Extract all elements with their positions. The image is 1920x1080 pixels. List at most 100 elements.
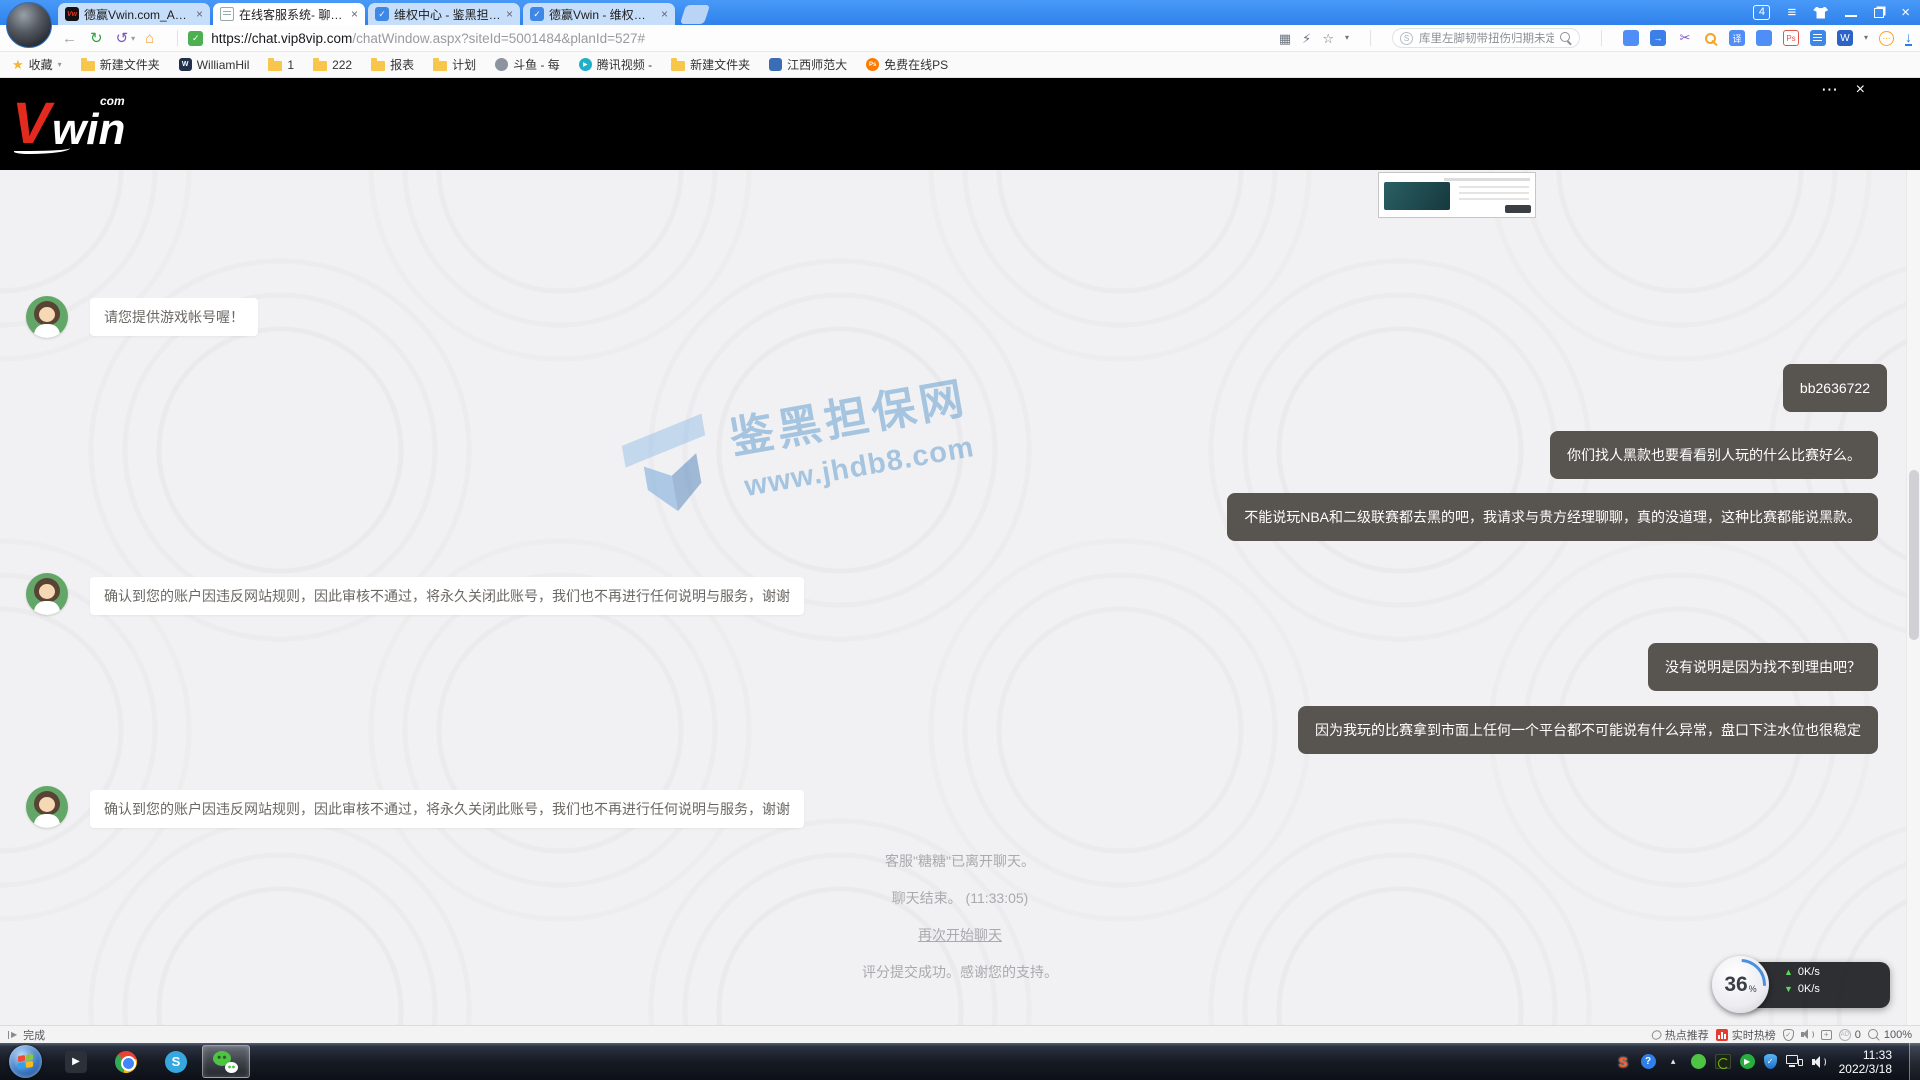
password-key-icon[interactable]: [1704, 31, 1718, 45]
search-icon[interactable]: [1560, 32, 1572, 44]
page-more-icon[interactable]: ⋯: [1821, 80, 1838, 100]
qr-code-icon[interactable]: ▦: [1279, 32, 1291, 45]
bookmark-label: 免费在线PS: [884, 56, 948, 73]
bookmark-folder[interactable]: 1: [268, 58, 294, 72]
extension-puzzle-icon[interactable]: [1623, 30, 1639, 46]
start-button[interactable]: [9, 1045, 42, 1078]
bookmark-folder[interactable]: 新建文件夹: [671, 56, 750, 73]
volume-tray-icon[interactable]: [1812, 1055, 1826, 1068]
theme-skin-icon[interactable]: [1813, 7, 1828, 19]
address-bar[interactable]: https://chat.vip8vip.com/chatWindow.aspx…: [211, 31, 1279, 46]
bookmarks-bar: ★ 收藏 ▾ 新建文件夹 WWilliamHil 1 222 报表 计划 斗鱼 …: [0, 52, 1920, 78]
bookmark-folder[interactable]: 报表: [371, 56, 414, 73]
browser-profile-avatar[interactable]: [6, 2, 52, 48]
translate-icon[interactable]: 译: [1729, 30, 1745, 46]
reading-list-icon[interactable]: [1810, 30, 1826, 46]
tab-chat-window[interactable]: 在线客服系统- 聊天窗口 ×: [213, 3, 365, 25]
network-tray-icon[interactable]: [1786, 1055, 1803, 1069]
agent-avatar: [26, 573, 68, 615]
hot-recommend-button[interactable]: 热点推荐: [1652, 1027, 1709, 1043]
zoom-control[interactable]: 100%: [1868, 1029, 1912, 1041]
taskbar-item-skype[interactable]: S: [152, 1045, 200, 1078]
clock-date: 2022/3/18: [1839, 1062, 1892, 1076]
bookmark-university[interactable]: 江西师范大: [769, 56, 847, 73]
minimize-icon[interactable]: [1845, 15, 1857, 17]
show-desktop-button[interactable]: [1909, 1043, 1920, 1080]
tab-weiquan-center[interactable]: ✓ 维权中心 - 鉴黑担保网 ×: [368, 3, 520, 25]
extension-puzzle-icon[interactable]: [1756, 30, 1772, 46]
bookmark-favorites[interactable]: ★ 收藏 ▾: [12, 56, 62, 73]
bookmark-douyu[interactable]: 斗鱼 - 每: [495, 56, 560, 73]
tab-vwin[interactable]: Vw 德赢Vwin.com_AC米兰 ×: [58, 3, 210, 25]
tab-close-icon[interactable]: ×: [661, 8, 668, 20]
scrollbar-thumb[interactable]: [1909, 470, 1919, 640]
site-safety-shield-icon[interactable]: ✓: [188, 31, 203, 46]
green-app-tray-icon[interactable]: ▶: [1740, 1054, 1755, 1069]
close-window-icon[interactable]: ×: [1901, 5, 1910, 20]
browser-nav-bar: ← ↻ ↺ ▾ ⌂ ✓ https://chat.vip8vip.com/cha…: [0, 25, 1920, 52]
new-tab-button[interactable]: [680, 5, 710, 24]
tab-close-icon[interactable]: ×: [196, 8, 203, 20]
chat-area: 鉴黑担保网 www.jhdb8.com 请您提供游戏帐号喔！ bb2636722…: [0, 170, 1920, 1025]
hot-rank-button[interactable]: 实时热榜: [1716, 1027, 1776, 1043]
ad-block-counter[interactable]: AD 0: [1839, 1029, 1861, 1041]
photoshop-extension-icon[interactable]: Ps: [1783, 30, 1799, 46]
network-speed-widget[interactable]: ▲0K/s ▼0K/s 36 %: [1712, 956, 1892, 1014]
vwin-favicon: Vw: [65, 7, 79, 21]
restore-icon[interactable]: [1874, 8, 1884, 18]
word-extension-icon[interactable]: W: [1837, 30, 1853, 46]
security-shield-tray-icon[interactable]: ✓: [1764, 1054, 1777, 1069]
download-icon[interactable]: ↓: [1905, 30, 1912, 47]
thumb-detail: [1505, 205, 1531, 213]
more-extensions-icon[interactable]: ⋯: [1879, 31, 1894, 46]
speed-ball[interactable]: 36 %: [1712, 956, 1769, 1013]
page-close-icon[interactable]: ×: [1856, 81, 1865, 99]
mute-speaker-icon[interactable]: [1801, 1029, 1814, 1040]
status-left: ▶ 完成: [8, 1027, 45, 1043]
bookmark-folder[interactable]: 新建文件夹: [81, 56, 160, 73]
chevron-down-icon[interactable]: ▾: [1345, 34, 1349, 42]
lightning-speed-icon[interactable]: ⚡: [1302, 32, 1311, 45]
taskbar-item-chrome[interactable]: [102, 1045, 150, 1078]
back-icon[interactable]: ←: [62, 31, 77, 46]
tab-close-icon[interactable]: ×: [351, 8, 358, 20]
undo-history-icon[interactable]: ↺: [116, 31, 129, 46]
taskbar-clock[interactable]: 11:33 2022/3/18: [1835, 1048, 1900, 1076]
search-box[interactable]: S 库里左脚韧带扭伤归期未定: [1392, 28, 1580, 48]
wechat-tray-icon[interactable]: [1691, 1054, 1706, 1069]
home-icon[interactable]: ⌂: [145, 31, 154, 46]
tab-count-badge[interactable]: 4: [1753, 5, 1770, 20]
status-text: 完成: [23, 1027, 45, 1043]
sent-image-thumbnail[interactable]: [1378, 172, 1536, 218]
bookmark-online-ps[interactable]: Ps免费在线PS: [866, 56, 948, 73]
refresh-icon[interactable]: ↻: [90, 31, 103, 46]
chevron-down-icon[interactable]: ▾: [1864, 34, 1868, 42]
bookmark-williamhill[interactable]: WWilliamHil: [179, 58, 250, 72]
bookmark-label: 收藏: [29, 56, 53, 73]
speed-percent-value: 36: [1724, 973, 1747, 997]
nvidia-tray-icon[interactable]: [1715, 1054, 1731, 1069]
tab-close-icon[interactable]: ×: [506, 8, 513, 20]
taskbar-item-media-player[interactable]: ▶: [52, 1045, 100, 1078]
bookmark-folder[interactable]: 222: [313, 58, 352, 72]
scrollbar[interactable]: [1906, 170, 1920, 1025]
tray-expand-icon[interactable]: ▴: [1665, 1053, 1682, 1070]
login-manager-icon[interactable]: →: [1650, 30, 1666, 46]
bookmark-folder[interactable]: 计划: [433, 56, 476, 73]
restart-chat-link[interactable]: 再次开始聊天: [918, 927, 1002, 943]
screenshot-scissors-icon[interactable]: ✂: [1677, 30, 1693, 46]
nav-right-icons: ▦ ⚡ ☆ ▾ S 库里左脚韧带扭伤归期未定 → ✂ 译 Ps W ▾ ⋯ ↓: [1279, 28, 1920, 48]
tab-vwin-weiquan[interactable]: ✓ 德赢Vwin - 维权中心 - ×: [523, 3, 675, 25]
bookmark-star-icon[interactable]: ☆: [1322, 32, 1334, 45]
menu-icon[interactable]: ≡: [1787, 5, 1796, 20]
help-tray-icon[interactable]: ?: [1641, 1054, 1656, 1069]
toolbox-icon[interactable]: +: [1821, 1030, 1832, 1040]
taskbar-item-wechat[interactable]: [202, 1045, 250, 1078]
sogou-tray-icon[interactable]: S: [1615, 1053, 1632, 1070]
url-path: /chatWindow.aspx?siteId=5001484&planId=5…: [352, 31, 645, 46]
undo-caret-icon[interactable]: ▾: [131, 34, 135, 43]
search-input[interactable]: 库里左脚韧带扭伤归期未定: [1419, 30, 1554, 46]
security-shield-icon[interactable]: ✓: [1783, 1029, 1794, 1041]
bookmark-tencent-video[interactable]: ▶腾讯视频 -: [579, 56, 652, 73]
bookmark-label: 斗鱼 - 每: [513, 56, 560, 73]
